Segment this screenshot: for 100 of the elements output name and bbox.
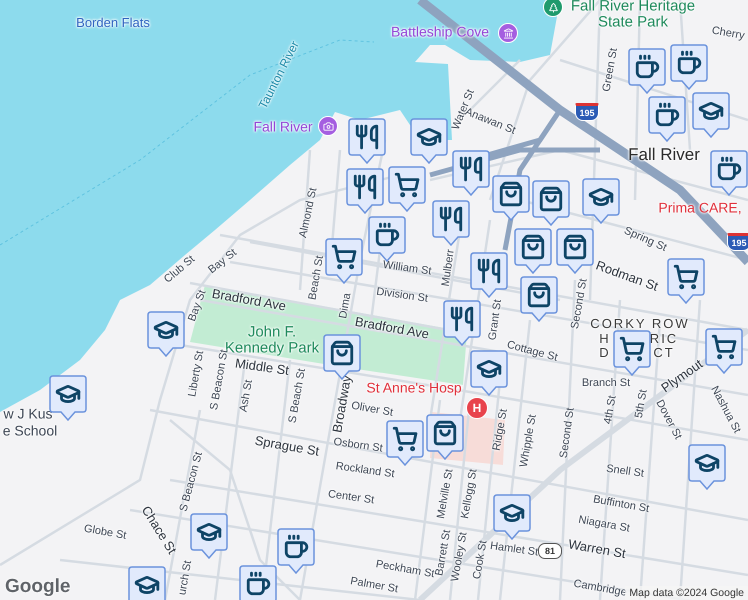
map-marker[interactable] — [520, 276, 558, 322]
street-label: Whipple St — [518, 414, 540, 468]
map-marker[interactable] — [688, 444, 726, 490]
shopping-cart-icon — [394, 172, 420, 198]
map-marker[interactable] — [648, 96, 686, 142]
map-marker[interactable] — [514, 228, 552, 274]
street-label: Center St — [327, 489, 375, 507]
map-marker[interactable] — [128, 566, 166, 600]
street-label: Ash St — [238, 379, 256, 413]
map-marker[interactable] — [532, 180, 570, 226]
street-label: Cambridge — [572, 578, 628, 600]
street-label: Rockland St — [334, 461, 396, 481]
hospital-label: St Anne's Hosp — [366, 380, 462, 396]
street-label: Division St — [375, 286, 429, 306]
district-label: H — [599, 332, 611, 346]
street-label: Dima — [338, 292, 354, 320]
map-marker[interactable] — [346, 168, 384, 214]
street-label: Bradford Ave — [210, 286, 288, 314]
map-marker[interactable] — [556, 228, 594, 274]
coffee-cup-icon — [716, 156, 742, 182]
map-marker[interactable] — [613, 330, 651, 376]
map-marker[interactable] — [692, 92, 730, 138]
tree-icon[interactable] — [543, 0, 563, 17]
map-marker[interactable] — [452, 150, 490, 196]
school-label: w J Kus — [4, 406, 52, 422]
map-marker[interactable] — [628, 48, 666, 94]
shopping-cart-icon — [711, 334, 737, 360]
camera-icon[interactable] — [318, 116, 338, 136]
shopping-cart-icon — [673, 264, 699, 290]
map-marker[interactable] — [710, 150, 748, 196]
hospital-badge[interactable]: H — [466, 397, 488, 419]
attraction-label: Battleship Cove — [390, 24, 490, 40]
coffee-cup-icon — [374, 222, 400, 248]
utensils-icon — [438, 206, 464, 232]
street-label: Warren St — [567, 537, 627, 561]
map-marker[interactable] — [432, 200, 470, 246]
district-label: CORKY ROW — [590, 317, 690, 331]
map-marker[interactable] — [667, 258, 705, 304]
attraction-label: Fall River — [253, 120, 313, 134]
street-label: Dover St — [652, 398, 684, 442]
map-marker[interactable] — [147, 311, 185, 357]
street-label: Cherry — [710, 25, 746, 43]
map-marker[interactable] — [492, 175, 530, 221]
street-label: Second St — [558, 407, 578, 459]
shopping-cart-icon — [392, 426, 418, 452]
shopping-bag-icon — [562, 234, 588, 260]
shopping-cart-icon — [331, 244, 357, 270]
map-marker[interactable] — [410, 118, 448, 164]
street-label: Cook St — [472, 540, 490, 580]
map-marker[interactable] — [190, 513, 228, 559]
shopping-bag-icon — [538, 186, 564, 212]
street-label: Beach St — [307, 255, 327, 301]
highway-shield: 195 — [727, 233, 748, 251]
utensils-icon — [458, 156, 484, 182]
map-marker[interactable] — [470, 252, 508, 298]
street-label: Cottage St — [505, 340, 559, 364]
street-label: Bay St — [187, 288, 209, 324]
map-marker[interactable] — [386, 420, 424, 466]
map-marker[interactable] — [443, 300, 481, 346]
city-label: Fall River — [628, 146, 700, 164]
highway-shield: 81 — [538, 543, 562, 559]
district-label: CT — [653, 346, 675, 360]
district-label: RIC — [650, 332, 678, 346]
map-marker[interactable] — [670, 44, 708, 90]
street-label: Branch St — [582, 378, 630, 390]
street-label: Melville St — [436, 468, 456, 520]
map-marker[interactable] — [239, 565, 277, 600]
street-label: Ridge St — [492, 408, 510, 452]
clinic-label: Prima CARE, — [658, 200, 742, 216]
street-label: Bay St — [206, 247, 240, 277]
street-label: William St — [382, 260, 432, 278]
street-label: Kellogg St — [460, 468, 480, 520]
map-marker[interactable] — [493, 494, 531, 540]
coffee-cup-icon — [245, 571, 271, 597]
street-label: Green St — [602, 47, 620, 93]
shopping-bag-icon — [329, 340, 355, 366]
map-marker[interactable] — [277, 528, 315, 574]
map-marker[interactable] — [325, 238, 363, 284]
street-label: urch St — [177, 560, 195, 596]
map-marker[interactable] — [705, 328, 743, 374]
street-label: Wooley St — [450, 531, 470, 583]
utensils-icon — [354, 124, 380, 150]
highway-shield: 195 — [575, 103, 599, 121]
street-label: Hamlet St — [489, 540, 539, 560]
water-label: Borden Flats — [76, 16, 150, 30]
coffee-cup-icon — [634, 54, 660, 80]
street-label: Almond St — [298, 186, 320, 240]
street-label: Middle St — [234, 356, 290, 378]
map-marker[interactable] — [470, 350, 508, 396]
map-marker[interactable] — [368, 216, 406, 262]
street-label: 4th St — [602, 394, 620, 426]
map-marker[interactable] — [348, 118, 386, 164]
school-label: e School — [2, 424, 58, 438]
street-label: Osborn St — [332, 436, 384, 456]
map-marker[interactable] — [582, 178, 620, 224]
shopping-bag-icon — [432, 420, 458, 446]
shopping-cart-icon — [619, 336, 645, 362]
map-marker[interactable] — [388, 166, 426, 212]
street-label: S Beacon St — [178, 450, 206, 514]
coffee-cup-icon — [654, 102, 680, 128]
